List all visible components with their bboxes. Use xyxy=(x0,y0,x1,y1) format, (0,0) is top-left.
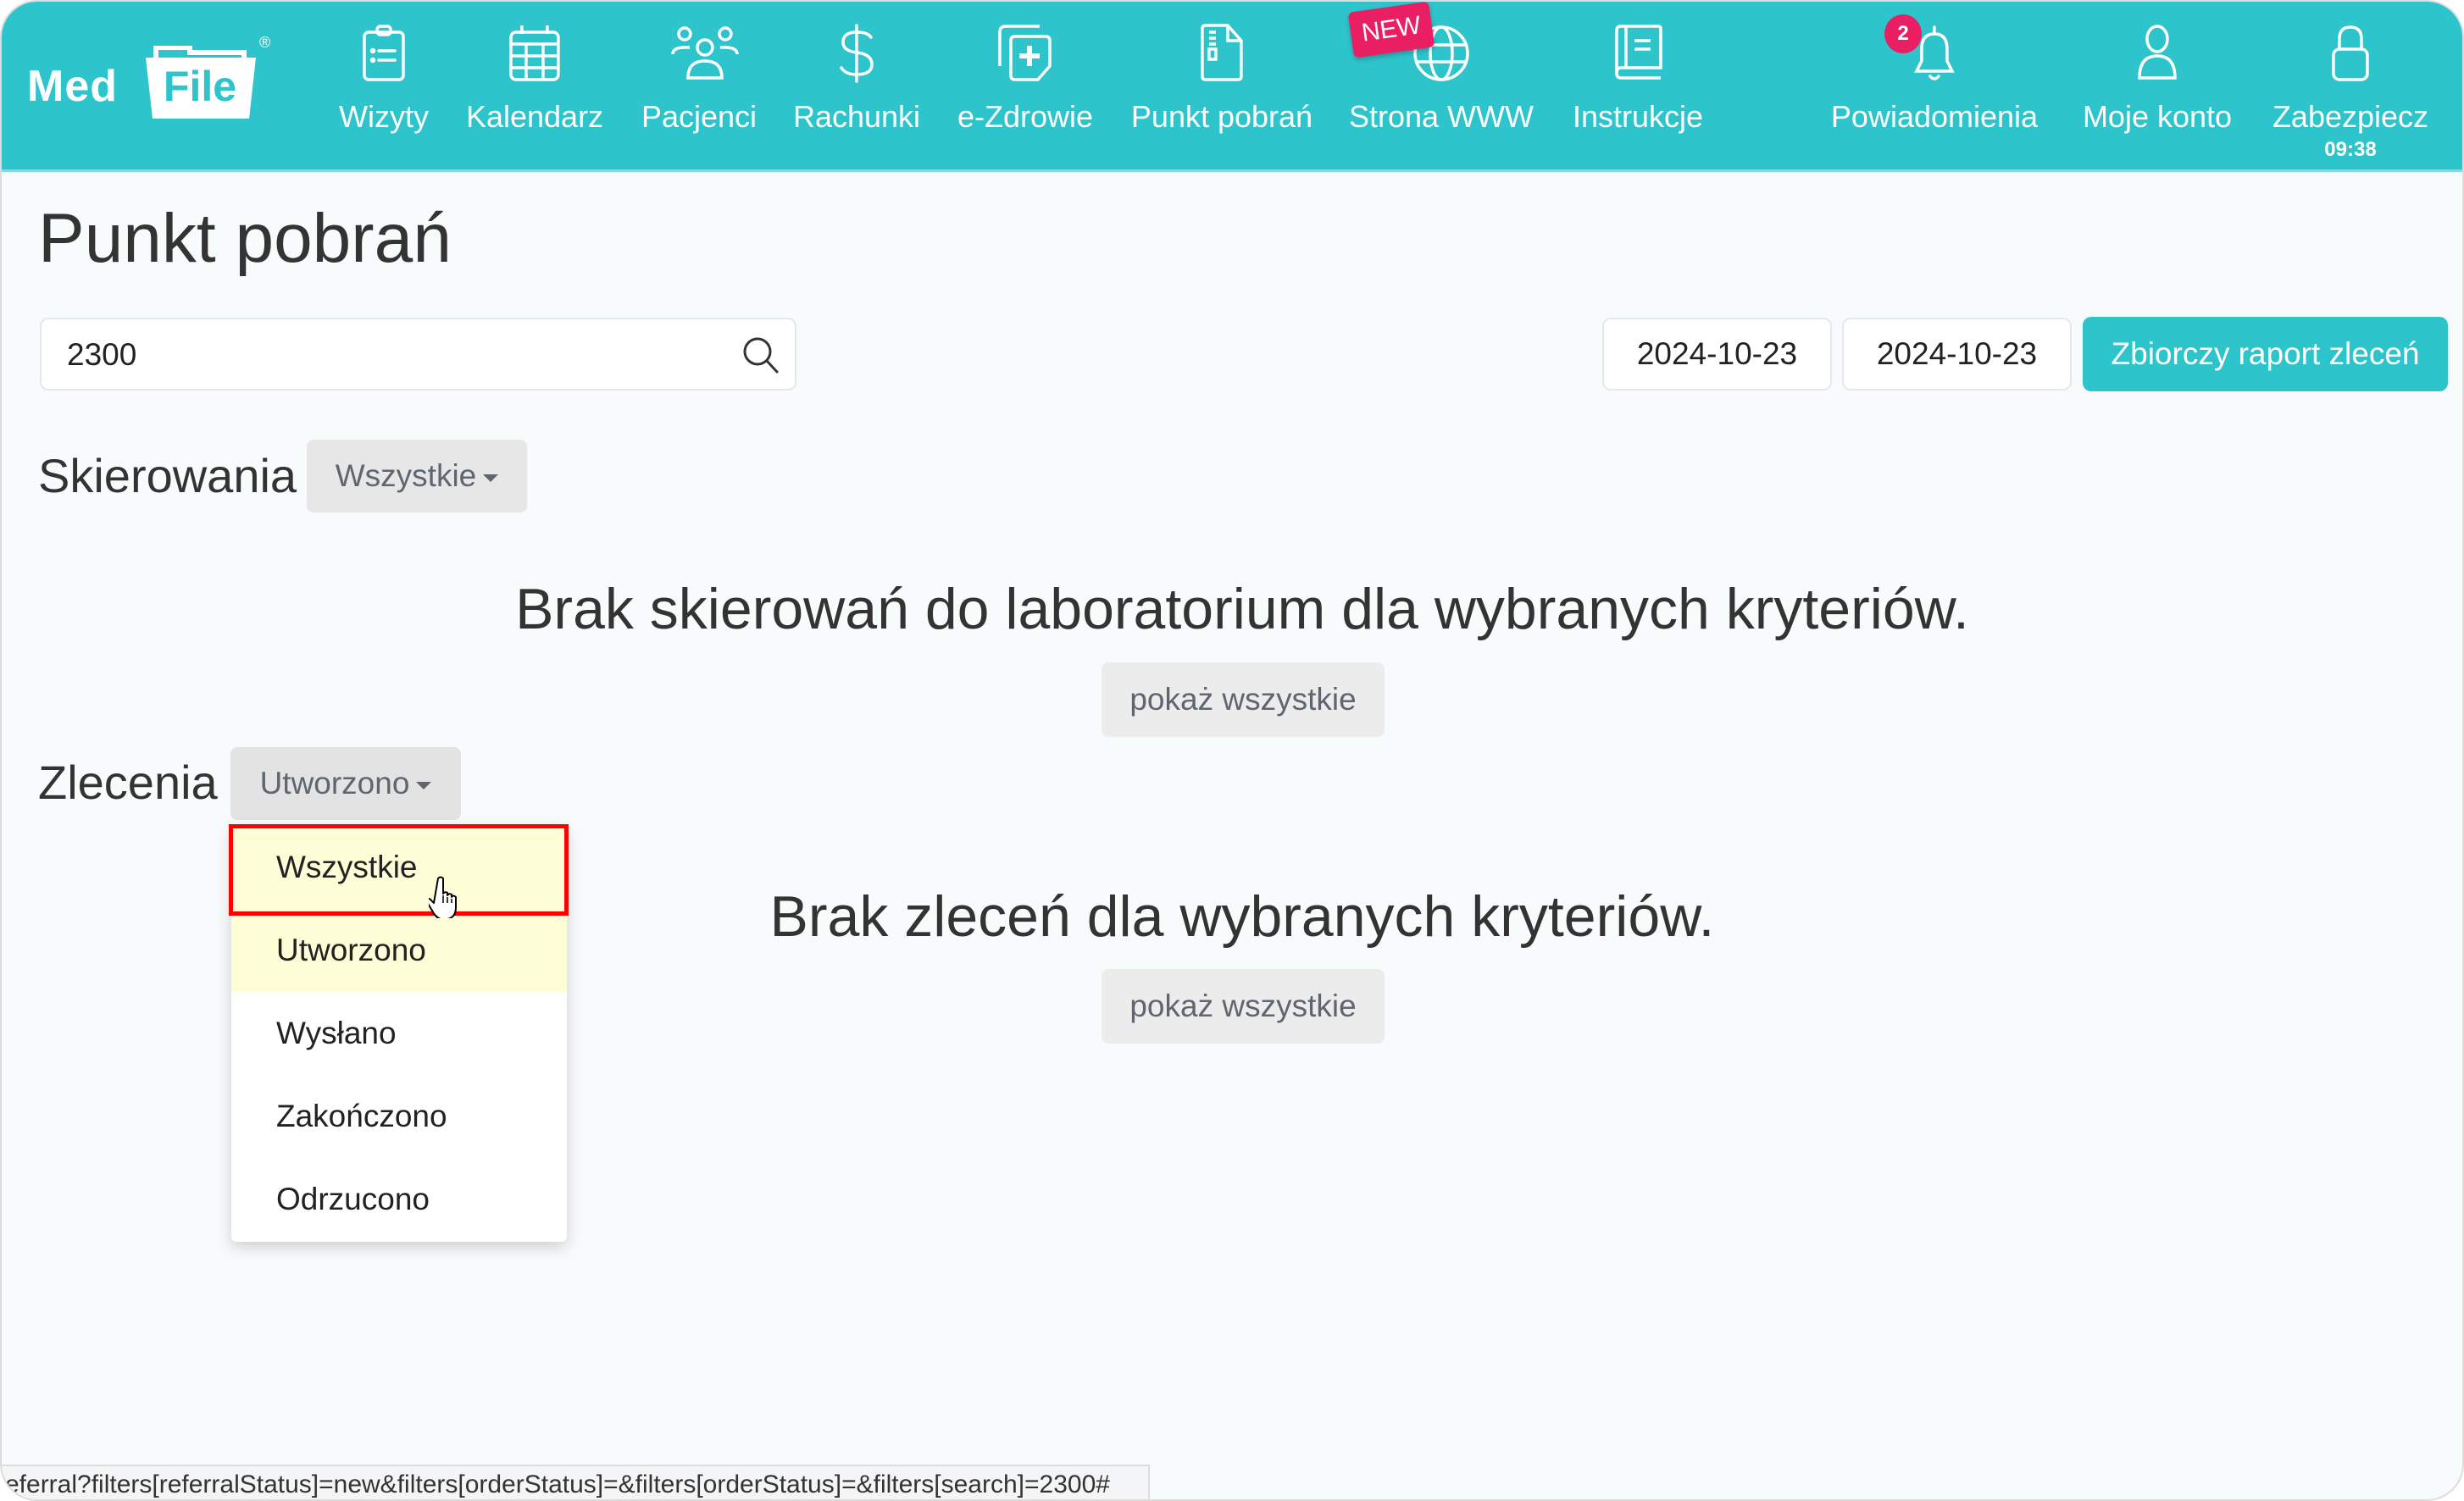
clipboard-list-icon xyxy=(354,24,413,83)
dropdown-option-odrzucono[interactable]: Odrzucono xyxy=(231,1158,567,1241)
nav-moje-konto[interactable]: Moje konto xyxy=(2079,2,2235,169)
referrals-empty-message: Brak skierowań do laboratorium dla wybra… xyxy=(515,577,1969,641)
dropdown-option-wyslano[interactable]: Wysłano xyxy=(231,992,567,1075)
referrals-filter-value: Wszystkie xyxy=(335,458,477,493)
nav-label: Wizyty xyxy=(339,99,429,134)
top-navigation-bar: Med File ® Wizyty Kalendarz Pacjenci Rac… xyxy=(2,2,2462,172)
nav-powiadomienia[interactable]: Powiadomienia xyxy=(1828,2,2041,169)
nav-instrukcje[interactable]: Instrukcje xyxy=(1569,2,1706,169)
nav-label: Zabezpiecz xyxy=(2272,99,2429,134)
user-icon xyxy=(2128,24,2187,83)
nav-wizyty[interactable]: Wizyty xyxy=(336,2,432,169)
logo-text-file: File xyxy=(163,63,237,110)
referrals-status-filter[interactable]: Wszystkie xyxy=(307,440,527,512)
orders-show-all-button[interactable]: pokaż wszystkie xyxy=(1102,969,1385,1044)
search-field xyxy=(40,318,796,390)
logo-text-med: Med xyxy=(27,62,118,111)
dropdown-option-utworzono[interactable]: Utworzono xyxy=(231,909,567,992)
status-bar-url: referral?filters[referralStatus]=new&fil… xyxy=(2,1471,1110,1498)
dropdown-option-wszystkie[interactable]: Wszystkie xyxy=(231,826,567,909)
referrals-section-label: Skierowania xyxy=(38,449,297,502)
nav-label: Punkt pobrań xyxy=(1130,99,1313,134)
notification-count-badge: 2 xyxy=(1884,14,1922,53)
nav-pacjenci[interactable]: Pacjenci xyxy=(638,2,760,169)
browser-status-bar: referral?filters[referralStatus]=new&fil… xyxy=(2,1465,1150,1499)
nav-zabezpiecz[interactable]: Zabezpiecz 09:38 xyxy=(2269,2,2432,169)
search-input[interactable] xyxy=(65,319,730,390)
registered-mark: ® xyxy=(259,34,271,51)
summary-report-button[interactable]: Zbiorczy raport zleceń xyxy=(2083,317,2448,391)
caret-down-icon xyxy=(483,474,499,482)
users-icon xyxy=(669,24,739,83)
nav-e-zdrowie[interactable]: e-Zdrowie xyxy=(954,2,1096,169)
nav-label: Strona WWW xyxy=(1348,99,1534,134)
orders-filter-value: Utworzono xyxy=(259,766,410,800)
nav-label: Pacjenci xyxy=(641,99,758,134)
nav-kalendarz[interactable]: Kalendarz xyxy=(463,2,607,169)
nav-rachunki[interactable]: Rachunki xyxy=(790,2,924,169)
dropdown-option-zakonczono[interactable]: Zakończono xyxy=(231,1075,567,1158)
nav-label: Kalendarz xyxy=(465,99,604,134)
orders-section-label: Zlecenia xyxy=(38,756,218,809)
zip-file-icon xyxy=(1192,24,1251,83)
medical-documents-icon xyxy=(996,24,1055,83)
nav-label: Instrukcje xyxy=(1572,99,1704,134)
nav-label: e-Zdrowie xyxy=(957,99,1094,134)
page-title: Punkt pobrań xyxy=(38,200,452,277)
book-icon xyxy=(1608,24,1668,83)
lock-icon xyxy=(2321,24,2380,83)
nav-label: Rachunki xyxy=(792,99,921,134)
hand-pointer-cursor-icon xyxy=(429,876,457,918)
nav-punkt-pobran[interactable]: Punkt pobrań xyxy=(1128,2,1316,169)
nav-label: Moje konto xyxy=(2082,99,2233,134)
orders-status-filter[interactable]: Utworzono xyxy=(230,747,461,820)
date-from-field[interactable]: 2024-10-23 xyxy=(1602,318,1832,390)
orders-status-dropdown-menu: Wszystkie Utworzono Wysłano Zakończono O… xyxy=(231,826,567,1242)
nav-label: Powiadomienia xyxy=(1830,99,2039,134)
date-to-field[interactable]: 2024-10-23 xyxy=(1842,318,2072,390)
search-icon[interactable] xyxy=(741,335,783,377)
calendar-icon xyxy=(505,24,564,83)
medfile-logo[interactable]: Med File ® xyxy=(25,27,288,125)
referrals-show-all-button[interactable]: pokaż wszystkie xyxy=(1102,662,1385,737)
caret-down-icon xyxy=(416,781,432,789)
app-window: Med File ® Wizyty Kalendarz Pacjenci Rac… xyxy=(0,0,2464,1501)
dollar-icon xyxy=(827,24,886,83)
session-timer: 09:38 xyxy=(2324,138,2377,161)
